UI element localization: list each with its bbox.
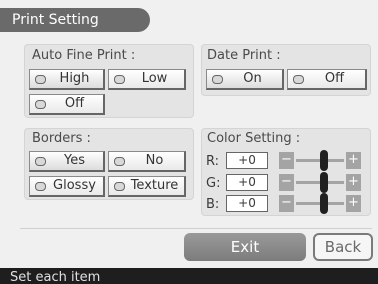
auto-fine-print-high-button[interactable]: High (29, 69, 105, 90)
borders-texture-button[interactable]: Texture (108, 176, 186, 197)
indicator-icon (293, 75, 304, 84)
red-minus-button[interactable]: − (279, 152, 294, 169)
back-button[interactable]: Back (313, 233, 373, 261)
indicator-icon (212, 75, 223, 84)
date-print-off-button[interactable]: Off (287, 69, 367, 90)
blue-plus-button[interactable]: + (346, 195, 361, 212)
green-minus-button[interactable]: − (279, 174, 294, 191)
red-slider-knob[interactable] (320, 150, 328, 171)
status-bar: Set each item (0, 268, 378, 284)
auto-fine-print-off-button[interactable]: Off (29, 94, 105, 115)
channel-label: R: (206, 154, 220, 169)
exit-button[interactable]: Exit (184, 233, 306, 261)
borders-no-button[interactable]: No (108, 151, 186, 172)
green-value-field[interactable]: +0 (226, 174, 268, 191)
blue-minus-button[interactable]: − (279, 195, 294, 212)
color-row-green: G: +0 − + (206, 172, 366, 194)
borders-glossy-button[interactable]: Glossy (29, 176, 105, 197)
indicator-icon (114, 157, 125, 166)
borders-label: Borders : (32, 131, 91, 146)
date-print-label: Date Print : (207, 48, 281, 63)
page-title: Print Setting (0, 8, 150, 32)
channel-label: G: (206, 176, 221, 191)
indicator-icon (35, 75, 46, 84)
red-value-field[interactable]: +0 (226, 152, 268, 169)
green-slider-knob[interactable] (320, 172, 328, 193)
auto-fine-print-low-button[interactable]: Low (108, 69, 186, 90)
channel-label: B: (206, 197, 220, 212)
indicator-icon (35, 157, 46, 166)
date-print-on-button[interactable]: On (206, 69, 284, 90)
blue-slider-knob[interactable] (320, 193, 328, 214)
borders-yes-button[interactable]: Yes (29, 151, 105, 172)
indicator-icon (114, 75, 125, 84)
color-row-blue: B: +0 − + (206, 193, 366, 215)
divider (20, 228, 372, 229)
blue-value-field[interactable]: +0 (226, 195, 268, 212)
red-plus-button[interactable]: + (346, 152, 361, 169)
indicator-icon (35, 182, 46, 191)
green-plus-button[interactable]: + (346, 174, 361, 191)
indicator-icon (114, 182, 125, 191)
indicator-icon (35, 100, 46, 109)
color-setting-label: Color Setting : (207, 131, 301, 146)
color-row-red: R: +0 − + (206, 150, 366, 172)
auto-fine-print-label: Auto Fine Print : (32, 48, 136, 63)
